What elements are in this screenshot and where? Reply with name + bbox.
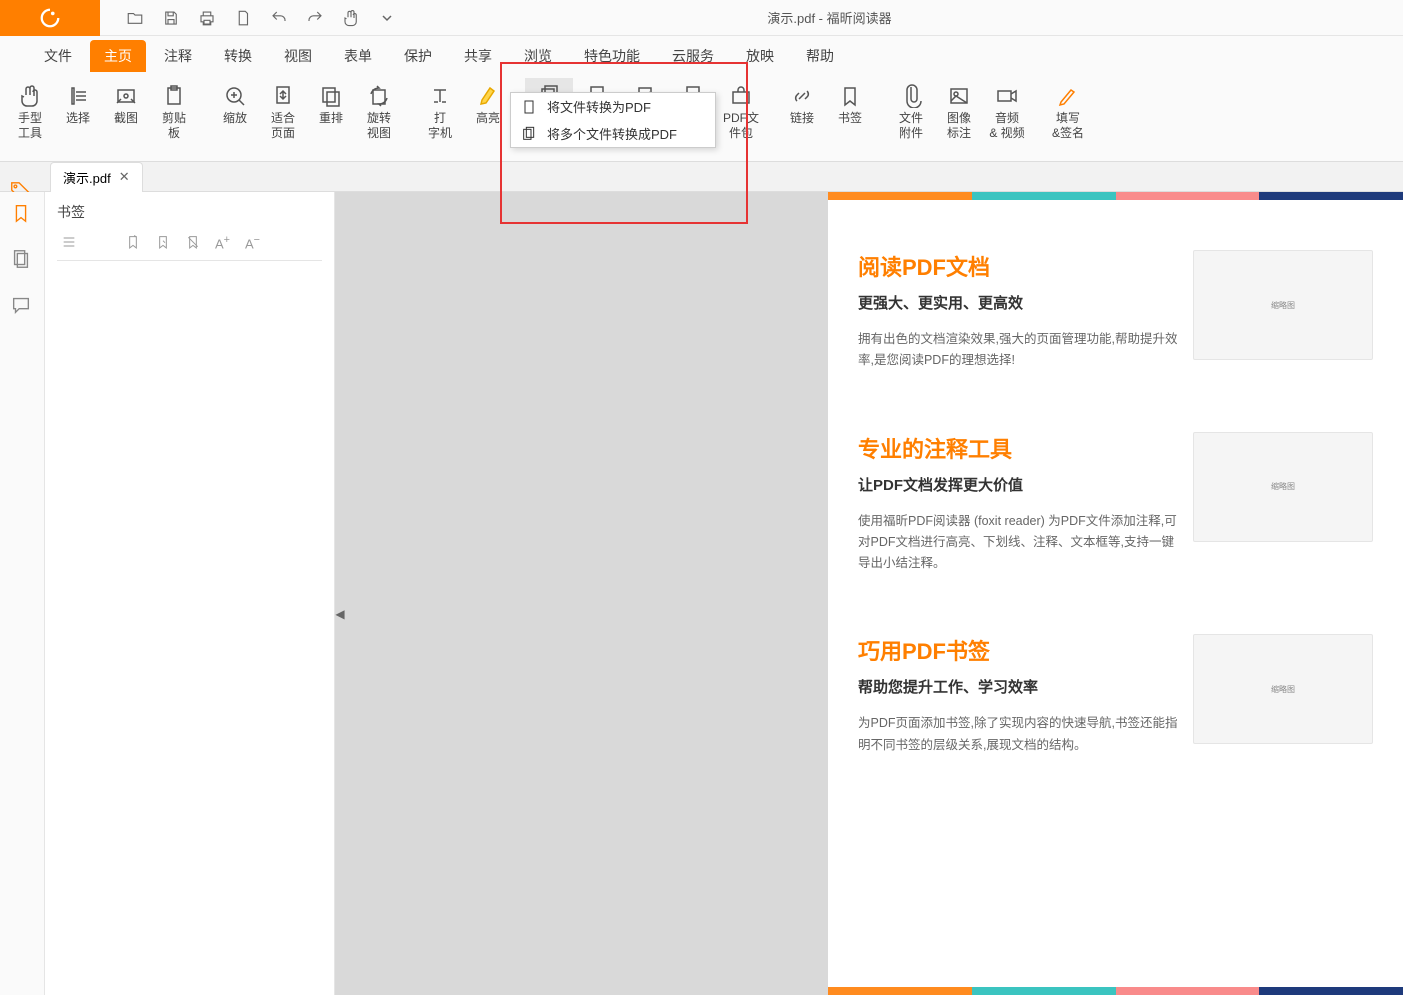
bookmarks-panel: 书签 A+ A−: [45, 192, 335, 995]
document-tab[interactable]: 演示.pdf ✕: [50, 162, 143, 192]
menu-protect[interactable]: 保护: [390, 40, 446, 72]
menu-share[interactable]: 共享: [450, 40, 506, 72]
menu-convert[interactable]: 转换: [210, 40, 266, 72]
section3-body: 为PDF页面添加书签,除了实现内容的快速导航,书签还能指明不同书签的层级关系,展…: [858, 713, 1179, 756]
link-button[interactable]: 链接: [778, 78, 826, 129]
select-button[interactable]: 选择: [54, 78, 102, 129]
clipboard-button[interactable]: 剪贴 板: [150, 78, 198, 144]
window-title: 演示.pdf - 福昕阅读器: [396, 8, 1263, 27]
left-rail: [0, 192, 45, 995]
print-icon[interactable]: [198, 9, 216, 27]
section2-body: 使用福昕PDF阅读器 (foxit reader) 为PDF文件添加注释,可对P…: [858, 511, 1179, 575]
convert-to-pdf-item[interactable]: 将文件转换为PDF: [511, 93, 715, 120]
goto-bookmark-icon[interactable]: [155, 234, 171, 250]
section3-thumbnail: 缩略图: [1193, 634, 1373, 744]
text-size-up-icon[interactable]: A+: [215, 234, 231, 250]
pdf-portfolio-button[interactable]: PDF文 件包: [717, 78, 765, 144]
highlight-button[interactable]: 高亮: [464, 78, 512, 129]
comments-rail-icon[interactable]: [10, 294, 34, 318]
rotate-view-button[interactable]: 旋转 视图: [355, 78, 403, 144]
section1-subheading: 更强大、更实用、更高效: [858, 292, 1179, 313]
foxit-logo: [0, 0, 100, 36]
section2-thumbnail: 缩略图: [1193, 432, 1373, 542]
section3-subheading: 帮助您提升工作、学习效率: [858, 676, 1179, 697]
list-view-icon[interactable]: [61, 234, 77, 250]
bookmarks-rail-icon[interactable]: [10, 202, 34, 226]
file-attach-button[interactable]: 文件 附件: [887, 78, 935, 144]
document-canvas: ◀ 阅读PDF文档 更强大、更实用、更高效 拥有出色的文档渲染效果,强大的页面管…: [335, 192, 1403, 995]
document-tab-label: 演示.pdf: [63, 168, 111, 187]
titlebar: 演示.pdf - 福昕阅读器: [0, 0, 1403, 36]
section3-heading: 巧用PDF书签: [858, 634, 1179, 666]
menu-browse[interactable]: 浏览: [510, 40, 566, 72]
menubar: 文件 主页 注释 转换 视图 表单 保护 共享 浏览 特色功能 云服务 放映 帮…: [0, 36, 1403, 72]
zoom-button[interactable]: 缩放: [211, 78, 259, 129]
page-top-stripe: [828, 192, 1403, 200]
main-area: 书签 A+ A− ◀ 阅读PDF文档 更强大、更实用、更高效 拥有出色的文档渲染…: [0, 192, 1403, 995]
hand-tool-button[interactable]: 手型 工具: [6, 78, 54, 144]
menu-file[interactable]: 文件: [30, 40, 86, 72]
section1-heading: 阅读PDF文档: [858, 250, 1179, 282]
image-annot-button[interactable]: 图像 标注: [935, 78, 983, 144]
menu-help[interactable]: 帮助: [792, 40, 848, 72]
menu-cloud[interactable]: 云服务: [658, 40, 728, 72]
redo-icon[interactable]: [306, 9, 324, 27]
delete-bookmark-icon[interactable]: [185, 234, 201, 250]
quick-access-toolbar: [100, 9, 396, 27]
text-size-down-icon[interactable]: A−: [245, 234, 261, 250]
menu-home[interactable]: 主页: [90, 40, 146, 72]
menu-special[interactable]: 特色功能: [570, 40, 654, 72]
close-tab-icon[interactable]: ✕: [119, 169, 130, 185]
page-bottom-stripe: [828, 987, 1403, 995]
hand-qa-icon[interactable]: [342, 9, 360, 27]
section-annotation-tools: 专业的注释工具 让PDF文档发挥更大价值 使用福昕PDF阅读器 (foxit r…: [828, 382, 1403, 585]
section-bookmarks: 巧用PDF书签 帮助您提升工作、学习效率 为PDF页面添加书签,除了实现内容的快…: [828, 584, 1403, 766]
audio-video-button[interactable]: 音频 & 视频: [983, 78, 1031, 144]
section-read-pdf: 阅读PDF文档 更强大、更实用、更高效 拥有出色的文档渲染效果,强大的页面管理功…: [828, 200, 1403, 382]
collapse-handle[interactable]: ◀: [335, 594, 345, 634]
undo-icon[interactable]: [270, 9, 288, 27]
file-convert-dropdown: 将文件转换为PDF 将多个文件转换成PDF: [510, 92, 716, 148]
section1-body: 拥有出色的文档渲染效果,强大的页面管理功能,帮助提升效率,是您阅读PDF的理想选…: [858, 329, 1179, 372]
open-icon[interactable]: [126, 9, 144, 27]
typewriter-button[interactable]: 打 字机: [416, 78, 464, 144]
document-icon[interactable]: [234, 9, 252, 27]
section2-heading: 专业的注释工具: [858, 432, 1179, 464]
bookmarks-panel-title: 书签: [57, 202, 322, 222]
bookmarks-toolbar: A+ A−: [57, 234, 322, 250]
save-icon[interactable]: [162, 9, 180, 27]
pdf-page: 阅读PDF文档 更强大、更实用、更高效 拥有出色的文档渲染效果,强大的页面管理功…: [828, 192, 1403, 995]
fit-page-button[interactable]: 适合 页面: [259, 78, 307, 144]
document-tab-row: 演示.pdf ✕: [0, 162, 1403, 192]
menu-play[interactable]: 放映: [732, 40, 788, 72]
menu-annotate[interactable]: 注释: [150, 40, 206, 72]
section1-thumbnail: 缩略图: [1193, 250, 1373, 360]
rearrange-button[interactable]: 重排: [307, 78, 355, 129]
add-bookmark-icon[interactable]: [125, 234, 141, 250]
snapshot-button[interactable]: 截图: [102, 78, 150, 129]
menu-form[interactable]: 表单: [330, 40, 386, 72]
fill-sign-button[interactable]: 填写 &签名: [1044, 78, 1092, 144]
qa-dropdown-icon[interactable]: [378, 9, 396, 27]
section2-subheading: 让PDF文档发挥更大价值: [858, 474, 1179, 495]
bookmark-button[interactable]: 书签: [826, 78, 874, 129]
convert-multi-to-pdf-item[interactable]: 将多个文件转换成PDF: [511, 120, 715, 147]
menu-view[interactable]: 视图: [270, 40, 326, 72]
pages-rail-icon[interactable]: [10, 248, 34, 272]
